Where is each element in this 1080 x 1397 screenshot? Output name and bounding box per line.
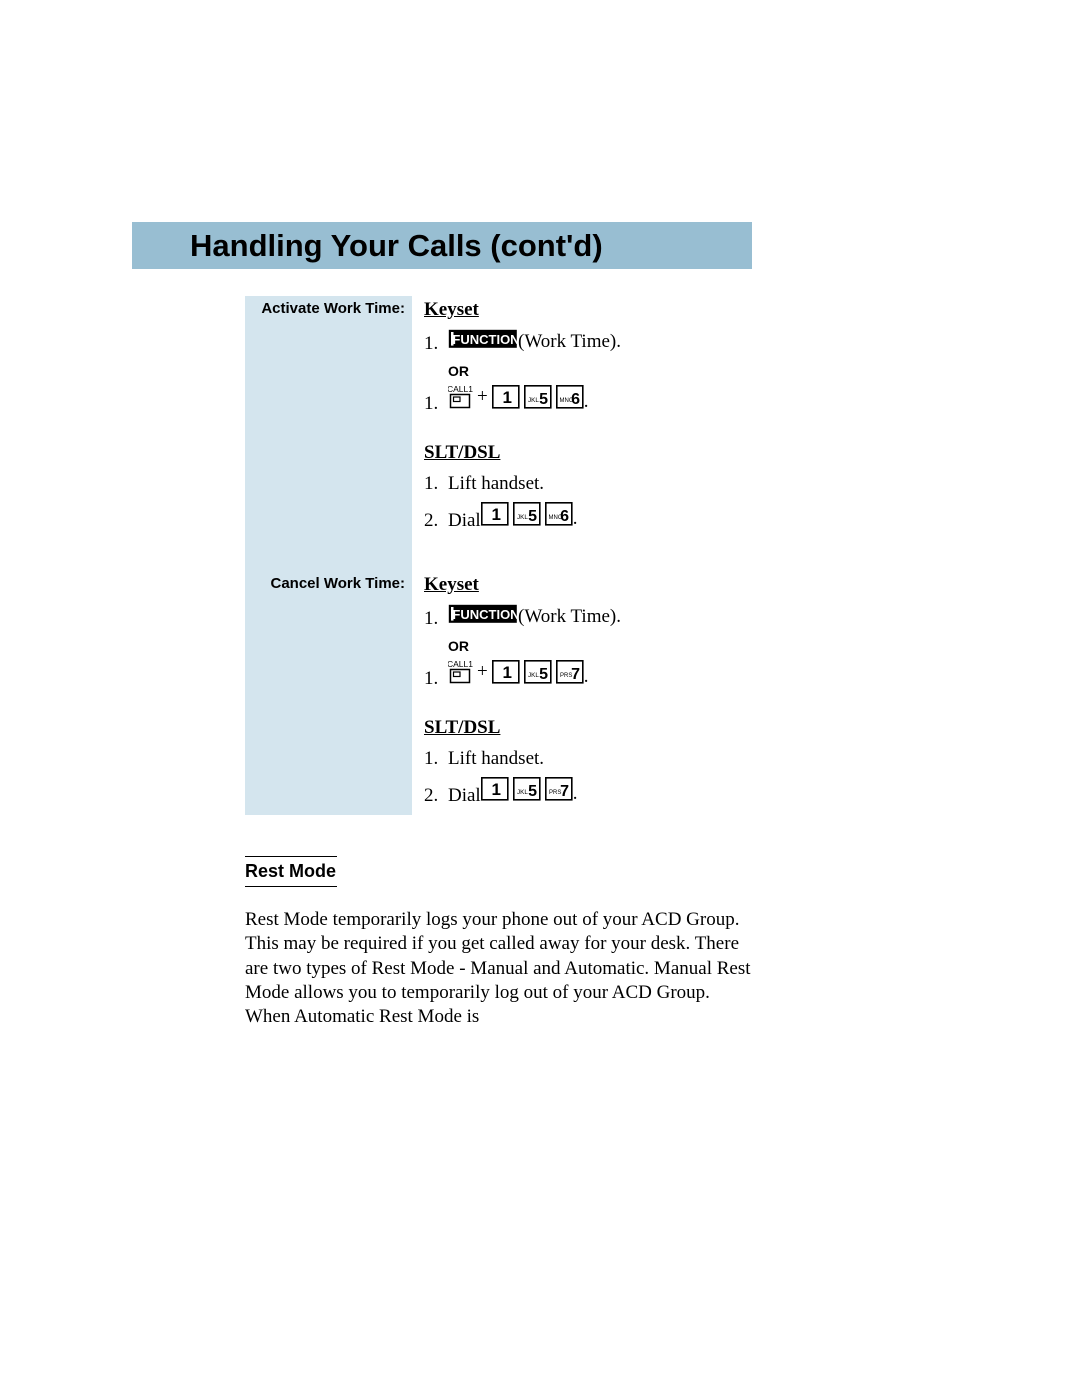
label-activate-work-time: Activate Work Time:: [245, 300, 405, 317]
digit-5-key-icon: [513, 502, 541, 526]
digit-1-key-icon: [492, 660, 520, 684]
step: 1. + .: [424, 660, 824, 692]
digit-1-key-icon: [492, 385, 520, 409]
period: .: [573, 782, 578, 809]
step-number: 1.: [424, 472, 448, 497]
heading-slt-dsl: SLT/DSL: [424, 716, 824, 741]
step-text: Dial: [448, 509, 481, 534]
step: 1. (Work Time).: [424, 604, 824, 632]
step-text: (Work Time).: [518, 605, 621, 632]
step-text: Lift handset.: [448, 747, 544, 772]
step-number: 1.: [424, 667, 448, 692]
step-text: (Work Time).: [518, 330, 621, 357]
digit-1-key-icon: [481, 502, 509, 526]
digit-6-key-icon: [556, 385, 584, 409]
rule: [245, 886, 337, 887]
plus-sign: +: [477, 385, 488, 410]
step-text: Lift handset.: [448, 472, 544, 497]
step-text: Dial: [448, 784, 481, 809]
period: .: [584, 665, 589, 692]
plus-sign: +: [477, 660, 488, 685]
heading-keyset: Keyset: [424, 298, 824, 323]
digit-5-key-icon: [524, 660, 552, 684]
heading-slt-dsl: SLT/DSL: [424, 441, 824, 466]
page-title: Handling Your Calls (cont'd): [190, 222, 603, 269]
heading-rest-mode: Rest Mode: [245, 861, 336, 882]
step: 1. + .: [424, 385, 824, 417]
label-cancel-work-time: Cancel Work Time:: [245, 575, 405, 592]
step-number: 1.: [424, 332, 448, 357]
or-label: OR: [448, 362, 824, 380]
step: 2. Dial .: [424, 502, 824, 534]
step: 1. (Work Time).: [424, 329, 824, 357]
heading-keyset: Keyset: [424, 573, 824, 598]
step-number: 2.: [424, 784, 448, 809]
call1-key-icon: [448, 660, 473, 684]
call1-key-icon: [448, 385, 473, 409]
digit-1-key-icon: [481, 777, 509, 801]
digit-5-key-icon: [524, 385, 552, 409]
side-panel: [245, 296, 412, 815]
function-key-icon: [448, 604, 518, 624]
step: 2. Dial .: [424, 777, 824, 809]
function-key-icon: [448, 329, 518, 349]
rule: [245, 856, 337, 857]
step: 1. Lift handset.: [424, 747, 824, 772]
step-number: 1.: [424, 607, 448, 632]
step-number: 2.: [424, 509, 448, 534]
step-number: 1.: [424, 747, 448, 772]
rest-mode-paragraph: Rest Mode temporarily logs your phone ou…: [245, 908, 755, 1030]
step-number: 1.: [424, 392, 448, 417]
or-label: OR: [448, 637, 824, 655]
step: 1. Lift handset.: [424, 472, 824, 497]
digit-7-key-icon: [545, 777, 573, 801]
period: .: [584, 390, 589, 417]
digit-6-key-icon: [545, 502, 573, 526]
digit-7-key-icon: [556, 660, 584, 684]
digit-5-key-icon: [513, 777, 541, 801]
period: .: [573, 507, 578, 534]
